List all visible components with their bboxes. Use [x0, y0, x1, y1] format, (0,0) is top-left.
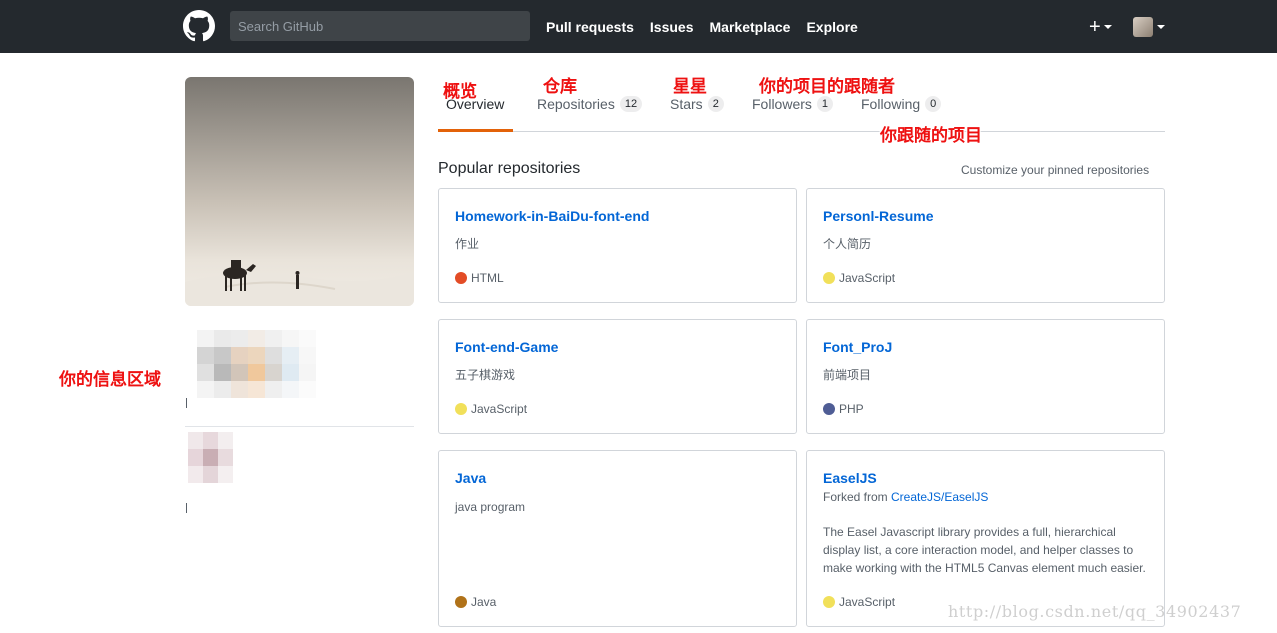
nav-pull-requests[interactable]: Pull requests	[546, 19, 634, 35]
annotation-followers: 你的项目的跟随者	[759, 77, 895, 96]
annotation-info-area: 你的信息区域	[59, 370, 161, 389]
repo-description: 作业	[455, 237, 480, 251]
repo-language: JavaScript	[455, 402, 527, 416]
profile-text-mark	[186, 398, 187, 408]
language-color-dot-icon	[455, 403, 467, 415]
header-nav: Pull requests Issues Marketplace Explore	[546, 19, 858, 35]
language-label: HTML	[471, 271, 504, 285]
tab-repositories[interactable]: Repositories 12	[537, 96, 643, 112]
repo-name-link[interactable]: Personl-Resume	[823, 208, 933, 224]
repo-language: JavaScript	[823, 595, 895, 609]
forked-source-link[interactable]: CreateJS/EaselJS	[891, 490, 988, 504]
repo-description: The Easel Javascript library provides a …	[823, 525, 1146, 575]
annotation-repositories: 仓库	[543, 77, 577, 96]
repo-description: 五子棋游戏	[455, 368, 516, 382]
user-menu[interactable]	[1133, 17, 1165, 37]
language-color-dot-icon	[455, 596, 467, 608]
profile-text-mark	[186, 503, 187, 513]
nav-issues[interactable]: Issues	[650, 19, 694, 35]
repo-card: Personl-Resume 个人简历 JavaScript	[806, 188, 1165, 303]
profile-avatar[interactable]	[185, 77, 414, 306]
repo-card: Font_ProJ 前端项目 PHP	[806, 319, 1165, 434]
counter-badge: 12	[619, 96, 643, 112]
language-color-dot-icon	[823, 596, 835, 608]
nav-explore[interactable]: Explore	[806, 19, 857, 35]
forked-from-text: Forked from CreateJS/EaselJS	[823, 490, 988, 504]
repo-language: JavaScript	[823, 271, 895, 285]
counter-badge: 0	[925, 96, 942, 112]
repo-description: java program	[455, 500, 526, 514]
top-header: Pull requests Issues Marketplace Explore…	[0, 0, 1277, 53]
repo-name-link[interactable]: Font_ProJ	[823, 339, 892, 355]
repo-description: 前端项目	[823, 368, 872, 382]
create-new-menu[interactable]: +	[1089, 16, 1112, 38]
repo-language: Java	[455, 595, 496, 609]
search-box[interactable]	[230, 11, 530, 41]
profile-details-blurred	[188, 432, 358, 487]
counter-badge: 1	[816, 96, 834, 112]
tab-stars[interactable]: Stars 2	[670, 96, 724, 112]
language-label: Java	[471, 595, 497, 609]
repo-name-link[interactable]: Java	[455, 470, 486, 486]
sidebar-divider	[185, 426, 414, 427]
tab-label: Followers	[752, 96, 812, 112]
repo-card: Java java program Java	[438, 450, 797, 627]
customize-pinned-link[interactable]: Customize your pinned repositories	[961, 163, 1149, 177]
plus-icon: +	[1089, 16, 1101, 38]
language-color-dot-icon	[823, 272, 835, 284]
repo-name-link[interactable]: Homework-in-BaiDu-font-end	[455, 208, 649, 224]
repo-name-link[interactable]: EaselJS	[823, 470, 877, 486]
language-label: PHP	[839, 402, 864, 416]
annotation-overview: 概览	[443, 82, 477, 101]
avatar	[1133, 17, 1153, 37]
github-logo-icon[interactable]	[183, 10, 215, 42]
tab-label: Repositories	[537, 96, 615, 112]
selected-tab-underline	[438, 129, 513, 132]
nav-marketplace[interactable]: Marketplace	[710, 19, 791, 35]
tab-followers[interactable]: Followers 1	[752, 96, 834, 112]
watermark-text: http://blog.csdn.net/qq_34902437	[948, 602, 1242, 621]
language-color-dot-icon	[823, 403, 835, 415]
language-label: JavaScript	[471, 402, 528, 416]
tab-label: Following	[861, 96, 921, 112]
repo-card: EaselJS Forked from CreateJS/EaselJS The…	[806, 450, 1165, 627]
tab-following[interactable]: Following 0	[861, 96, 942, 112]
repo-card: Homework-in-BaiDu-font-end 作业 HTML	[438, 188, 797, 303]
profile-photo-image	[185, 77, 414, 306]
caret-down-icon	[1157, 25, 1165, 29]
section-title: Popular repositories	[438, 160, 581, 177]
repo-card: Font-end-Game 五子棋游戏 JavaScript	[438, 319, 797, 434]
search-input[interactable]	[230, 11, 530, 41]
language-label: JavaScript	[839, 271, 896, 285]
repo-description: 个人简历	[823, 237, 872, 251]
annotation-stars: 星星	[673, 77, 707, 96]
tab-label: Stars	[670, 96, 703, 112]
caret-down-icon	[1103, 25, 1112, 29]
counter-badge: 2	[707, 96, 724, 112]
profile-name-blurred	[185, 330, 357, 405]
repo-language: PHP	[823, 402, 864, 416]
language-label: JavaScript	[839, 595, 896, 609]
repo-name-link[interactable]: Font-end-Game	[455, 339, 558, 355]
language-color-dot-icon	[455, 272, 467, 284]
forked-prefix: Forked from	[823, 490, 892, 504]
repo-language: HTML	[455, 271, 504, 285]
annotation-following: 你跟随的项目	[880, 126, 982, 145]
